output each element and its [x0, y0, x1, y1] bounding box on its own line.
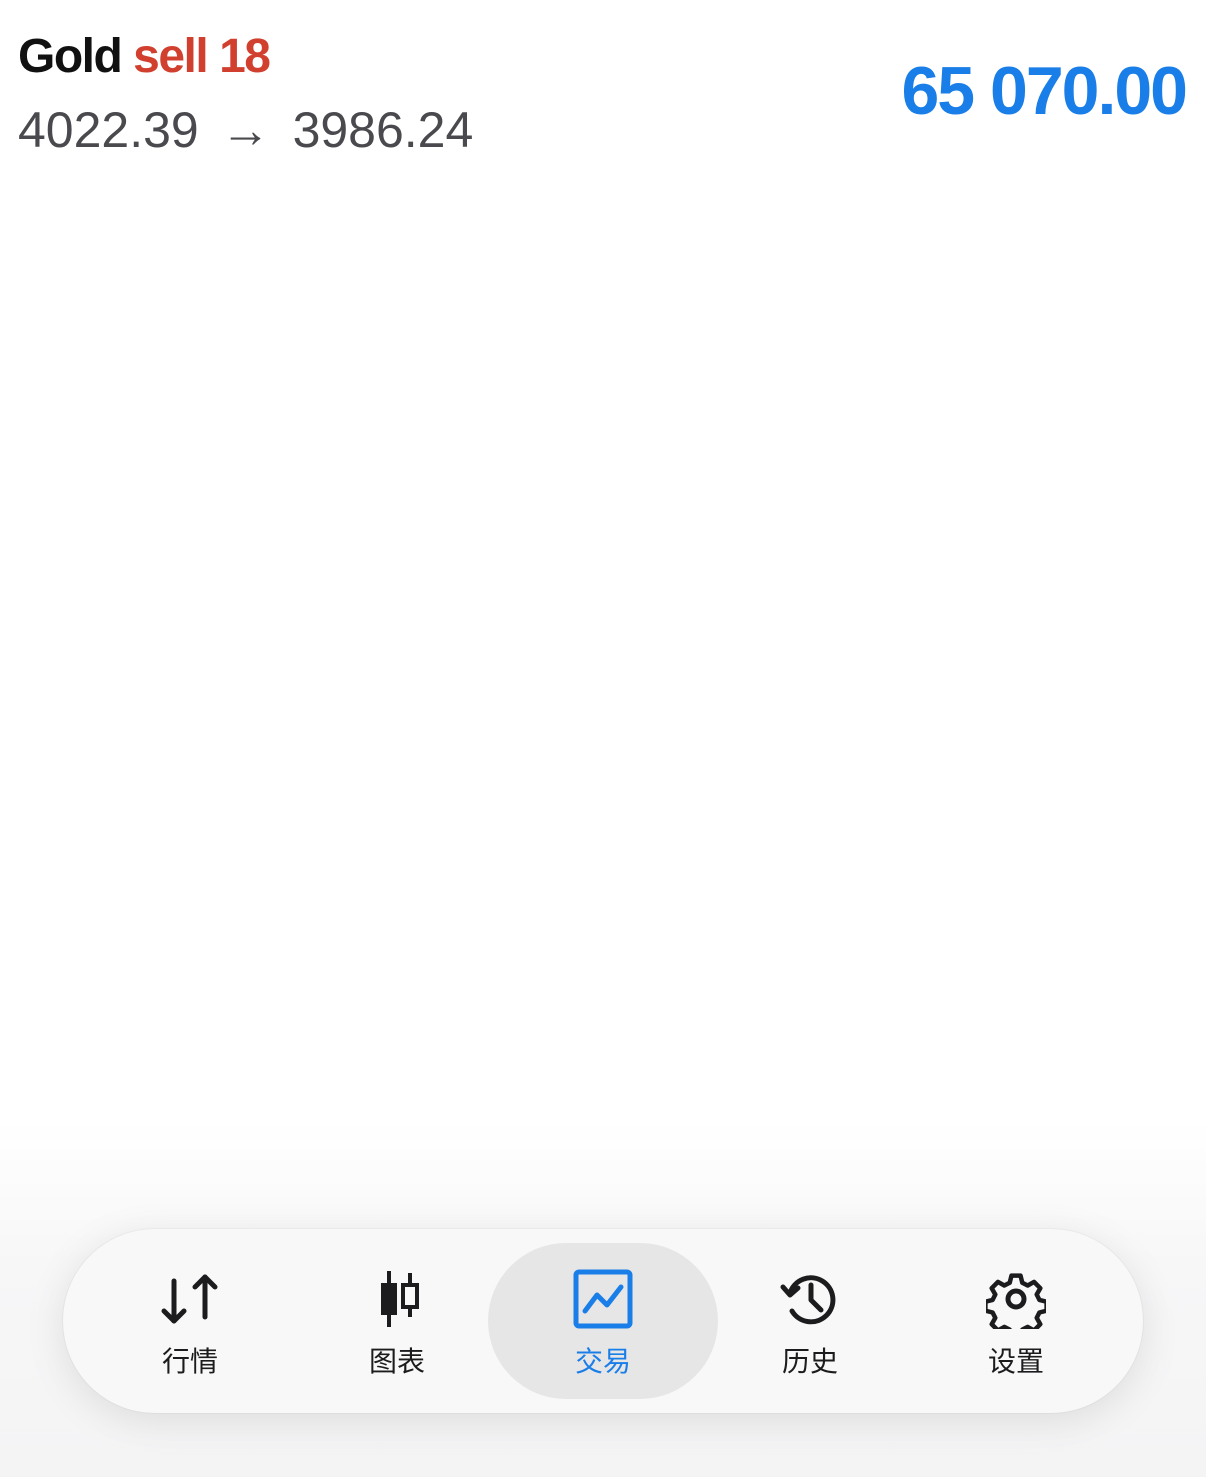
history-icon — [780, 1269, 840, 1329]
tab-chart[interactable]: 图表 — [282, 1243, 512, 1399]
tab-settings[interactable]: 设置 — [901, 1243, 1131, 1399]
tab-label: 行情 — [161, 1345, 218, 1378]
line-chart-icon — [573, 1269, 633, 1329]
tab-label: 交易 — [574, 1345, 631, 1378]
bottom-tab-bar: 行情 图表 交易 历史 设置 — [63, 1229, 1143, 1413]
price-arrow: → — [220, 102, 271, 158]
trade-profit: 65 070.00 — [901, 53, 1188, 129]
trade-header: Gold sell 18 4022.39 → 3986.24 65 070.00 — [0, 0, 1206, 170]
trade-symbol: Gold — [18, 30, 123, 83]
tab-trade[interactable]: 交易 — [488, 1243, 718, 1399]
arrows-up-down-icon — [160, 1269, 220, 1329]
price-line: 4022.39 → 3986.24 — [18, 100, 473, 160]
trade-title[interactable]: Gold sell 18 — [18, 28, 271, 86]
candlestick-icon — [367, 1269, 427, 1329]
tab-label: 设置 — [987, 1345, 1044, 1378]
tab-history[interactable]: 历史 — [695, 1243, 925, 1399]
trade-volume: 18 — [219, 30, 271, 83]
tab-label: 图表 — [368, 1345, 425, 1378]
gear-icon — [983, 1269, 1049, 1340]
current-price: 3986.24 — [292, 102, 474, 158]
tab-label: 历史 — [781, 1345, 838, 1378]
tab-quotes[interactable]: 行情 — [75, 1243, 305, 1399]
open-price: 4022.39 — [18, 102, 199, 158]
trade-direction: sell — [133, 30, 209, 83]
